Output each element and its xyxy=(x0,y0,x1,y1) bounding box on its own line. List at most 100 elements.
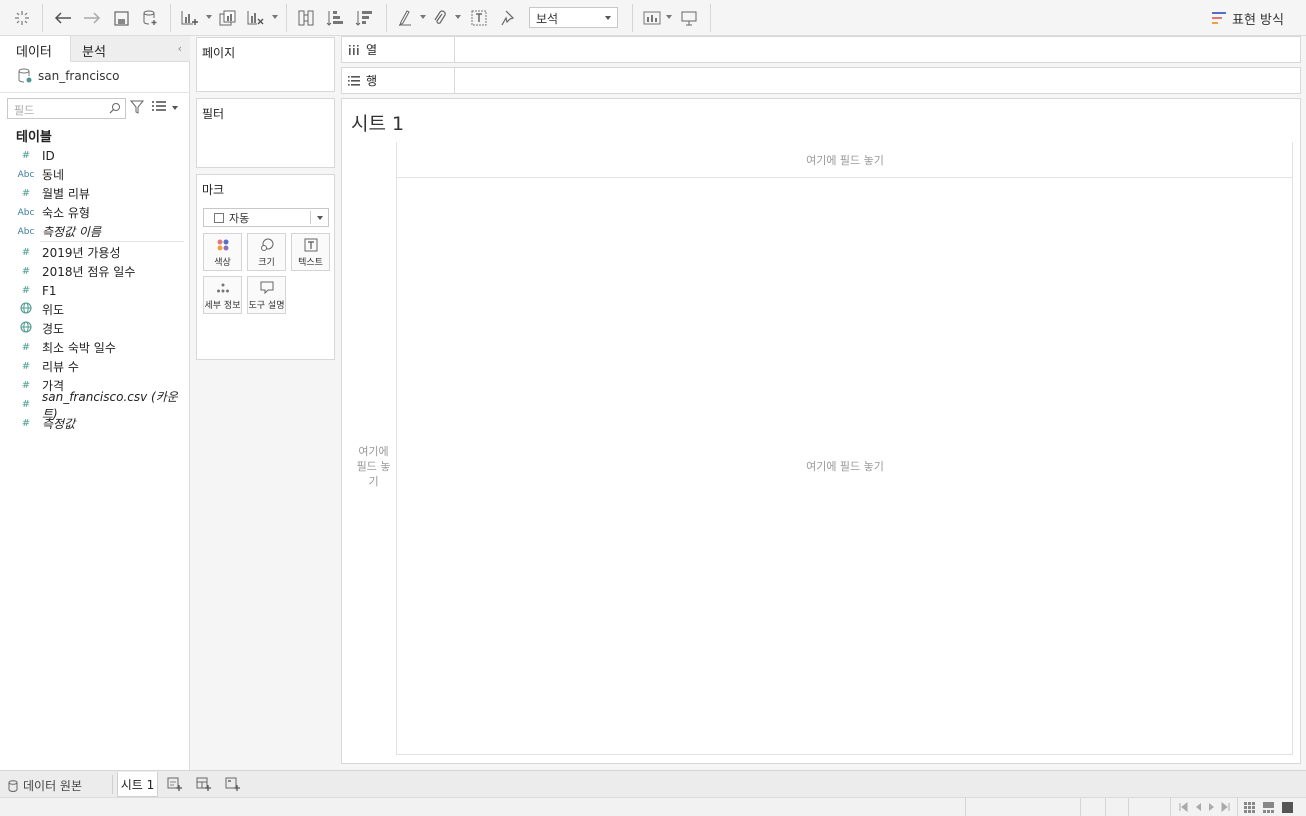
prev-sheet-icon[interactable] xyxy=(1193,802,1203,812)
field-item[interactable]: # 측정값 xyxy=(0,414,190,433)
field-item[interactable]: Abc 숙소 유형 xyxy=(0,203,190,222)
pane-tabs: 데이터 분석 ‹ xyxy=(0,36,190,62)
field-item[interactable]: #2019년 가용성 xyxy=(0,243,190,262)
show-me-label: 표현 방식 xyxy=(1232,12,1284,28)
filter-icon[interactable] xyxy=(130,100,144,114)
field-item[interactable]: Abc 동네 xyxy=(0,165,190,184)
save-icon[interactable] xyxy=(110,6,132,30)
field-item[interactable]: # 최소 숙박 일수 xyxy=(0,338,190,357)
show-cards-icon[interactable] xyxy=(641,6,663,30)
pages-shelf[interactable]: 페이지 xyxy=(196,37,335,92)
columns-label: 열 xyxy=(342,37,455,62)
filmstrip-icon[interactable] xyxy=(1263,802,1274,813)
new-worksheet-tab-icon[interactable] xyxy=(167,777,182,791)
main-drop-zone[interactable]: 여기에 필드 놓기 xyxy=(397,178,1293,755)
field-item[interactable]: # F1 xyxy=(0,281,190,300)
field-item[interactable]: # san_francisco.csv (카운트) xyxy=(0,390,190,421)
mark-tooltip-label: 도구 설명 xyxy=(248,301,285,311)
tableau-logo-icon[interactable] xyxy=(10,6,34,30)
add-datasource-icon[interactable] xyxy=(139,6,161,30)
group-icon[interactable] xyxy=(430,6,450,30)
field-item[interactable]: 위도 xyxy=(0,300,190,319)
labels-icon[interactable] xyxy=(468,6,490,30)
undo-icon[interactable] xyxy=(52,6,74,30)
sheet-title[interactable]: 시트 1 xyxy=(351,109,404,136)
mark-text-button[interactable]: 텍스트 xyxy=(291,233,330,271)
filters-shelf[interactable]: 필터 xyxy=(196,98,335,168)
rows-label-text: 행 xyxy=(366,74,378,88)
status-bar xyxy=(0,797,1306,816)
column-drop-zone[interactable]: 여기에 필드 놓기 xyxy=(396,142,1293,178)
new-worksheet-icon[interactable] xyxy=(179,6,201,30)
tables-title: 테이블 xyxy=(16,130,52,145)
filters-title: 필터 xyxy=(202,107,225,121)
collapse-pane-icon[interactable]: ‹ xyxy=(178,42,182,55)
rows-shelf[interactable]: 행 xyxy=(341,67,1301,94)
sheet-sorter-icon[interactable] xyxy=(1244,802,1255,813)
next-sheet-icon[interactable] xyxy=(1207,802,1217,812)
number-type-icon: # xyxy=(21,399,31,410)
number-type-icon: # xyxy=(21,188,31,199)
tab-analysis[interactable]: 분석 ‹ xyxy=(71,36,190,62)
mark-type-select[interactable]: 자동 xyxy=(203,208,329,227)
tabs-view-icon[interactable] xyxy=(1282,802,1293,813)
first-sheet-icon[interactable] xyxy=(1178,802,1188,812)
presentation-icon[interactable] xyxy=(678,6,700,30)
tab-data-source[interactable]: 데이터 원본 xyxy=(8,777,82,794)
sort-ascending-icon[interactable] xyxy=(324,6,346,30)
columns-shelf[interactable]: 열 xyxy=(341,36,1301,63)
column-drop-text: 여기에 필드 놓기 xyxy=(806,153,884,167)
field-item[interactable]: #2018년 점유 일수 xyxy=(0,262,190,281)
mark-type-value: 자동 xyxy=(229,211,250,225)
new-story-tab-icon[interactable] xyxy=(225,777,240,791)
rows-icon xyxy=(348,75,360,86)
search-icon xyxy=(109,103,120,114)
new-dashboard-tab-icon[interactable] xyxy=(196,777,211,791)
database-icon xyxy=(8,779,18,792)
row-drop-zone[interactable]: 여기에 필드 놓기 xyxy=(351,178,397,755)
field-name: 숙소 유형 xyxy=(42,206,90,220)
chevron-down-icon xyxy=(605,16,611,20)
last-sheet-icon[interactable] xyxy=(1221,802,1231,812)
show-me-icon xyxy=(1212,12,1226,24)
mark-tooltip-button[interactable]: 도구 설명 xyxy=(247,276,286,314)
view-options-icon[interactable] xyxy=(152,100,166,112)
field-item[interactable]: # 리뷰 수 xyxy=(0,357,190,376)
mark-detail-button[interactable]: 세부 정보 xyxy=(203,276,242,314)
field-item[interactable]: Abc 측정값 이름 xyxy=(0,222,190,241)
field-name: ID xyxy=(42,148,55,163)
clear-sheet-icon[interactable] xyxy=(245,6,267,30)
tab-sheet-1-label: 시트 1 xyxy=(120,777,155,792)
columns-label-text: 열 xyxy=(366,43,378,57)
view-options-caret[interactable] xyxy=(172,106,178,110)
mark-size-button[interactable]: 크기 xyxy=(247,233,286,271)
analysis-select[interactable]: 보석 xyxy=(529,7,618,28)
field-name: 경도 xyxy=(42,322,65,336)
toolbar: 보석 표현 방식 xyxy=(0,0,1306,36)
swap-icon[interactable] xyxy=(295,6,317,30)
pin-icon[interactable] xyxy=(497,6,519,30)
tab-data[interactable]: 데이터 xyxy=(0,36,71,62)
color-icon xyxy=(217,239,228,251)
duplicate-sheet-icon[interactable] xyxy=(217,6,239,30)
search-placeholder: 필드 xyxy=(14,104,35,117)
field-name: 측정값 이름 xyxy=(42,225,102,239)
redo-icon[interactable] xyxy=(81,6,103,30)
datasource-item[interactable]: san_francisco xyxy=(18,68,119,83)
row-drop-text: 여기에 필드 놓기 xyxy=(356,445,391,488)
highlight-icon[interactable] xyxy=(395,6,415,30)
marks-title: 마크 xyxy=(202,183,225,197)
sheet-tabs-bar: 데이터 원본 시트 1 xyxy=(0,770,1306,797)
number-type-icon: # xyxy=(21,285,31,296)
field-item[interactable]: # 월별 리뷰 xyxy=(0,184,190,203)
mark-color-button[interactable]: 색상 xyxy=(203,233,242,271)
main-drop-text: 여기에 필드 놓기 xyxy=(806,460,884,473)
show-me-button[interactable]: 표현 방식 xyxy=(1212,7,1284,29)
field-item[interactable]: 경도 xyxy=(0,319,190,338)
number-type-icon: # xyxy=(21,418,31,429)
mark-size-label: 크기 xyxy=(258,258,275,268)
search-input[interactable]: 필드 xyxy=(7,98,126,119)
sort-descending-icon[interactable] xyxy=(353,6,375,30)
field-item[interactable]: # ID xyxy=(0,146,190,165)
tab-sheet-1[interactable]: 시트 1 xyxy=(117,772,158,797)
